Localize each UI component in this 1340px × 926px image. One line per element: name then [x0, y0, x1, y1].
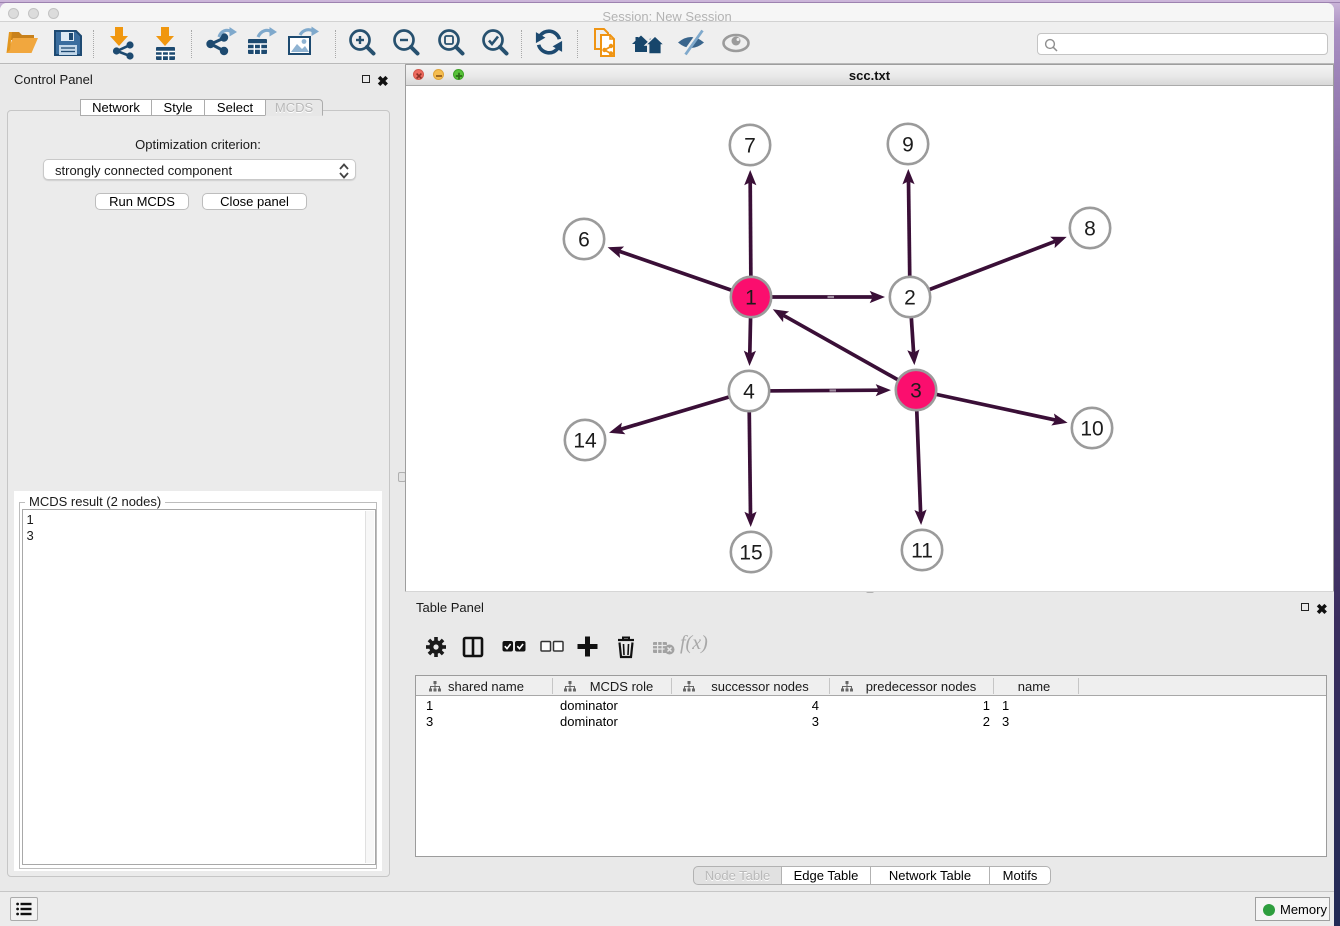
svg-text:2: 2	[904, 287, 916, 310]
svg-text:10: 10	[1080, 418, 1103, 441]
svg-text:6: 6	[578, 229, 590, 252]
svg-text:3: 3	[910, 380, 922, 403]
svg-text:7: 7	[744, 135, 756, 158]
svg-text:8: 8	[1084, 218, 1096, 241]
svg-text:11: 11	[911, 540, 933, 563]
svg-text:1: 1	[745, 287, 757, 310]
svg-text:15: 15	[739, 542, 762, 565]
svg-text:9: 9	[902, 134, 914, 157]
svg-text:14: 14	[573, 430, 597, 453]
svg-text:4: 4	[743, 381, 755, 404]
